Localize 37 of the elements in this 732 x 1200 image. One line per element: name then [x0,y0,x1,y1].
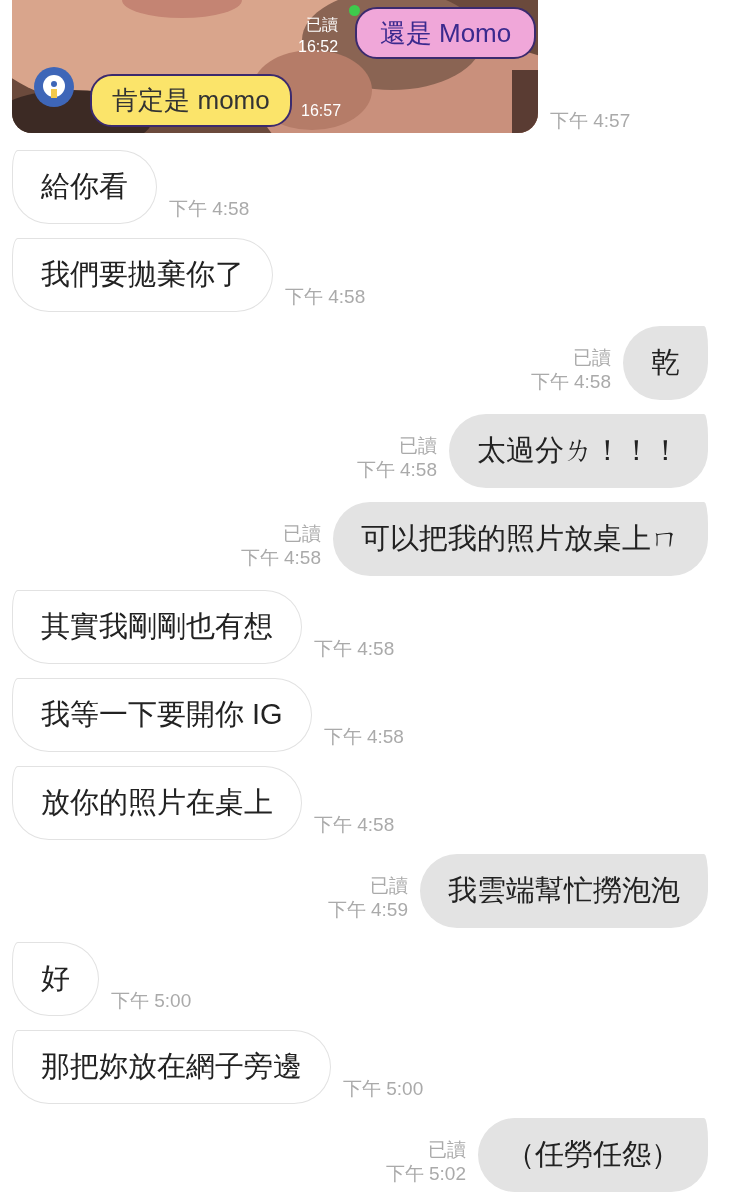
read-receipt: 已讀 [573,346,611,370]
read-receipt: 已讀 [399,434,437,458]
read-receipt: 已讀 [370,874,408,898]
message-bubble: 給你看 [12,150,157,224]
message-time: 下午 4:59 [327,898,408,922]
message-time: 下午 5:00 [111,989,192,1013]
message-time: 下午 4:58 [530,370,611,394]
message-bubble: 好 [12,942,99,1016]
message-time: 下午 4:57 [550,109,631,133]
message-bubble: （任勞任怨） [478,1118,708,1192]
message-bubble: 可以把我的照片放桌上ㄇ [333,502,708,576]
message-time: 下午 4:58 [314,637,395,661]
avatar-icon [34,67,74,107]
message-bubble: 我等一下要開你 IG [12,678,312,752]
message-bubble: 那把妳放在網子旁邊 [12,1030,331,1104]
message-time: 下午 4:58 [240,546,321,570]
message-time: 下午 4:58 [285,285,366,309]
message-time: 下午 4:58 [323,725,404,749]
message-time: 16:57 [301,102,342,120]
message-time: 16:52 [298,37,339,57]
message-bubble: 乾 [623,326,708,400]
message-time: 下午 4:58 [356,458,437,482]
message-time: 下午 5:00 [343,1077,424,1101]
sticker-bubble: 還是 Momo [355,7,536,59]
message-bubble: 其實我剛剛也有想 [12,590,302,664]
read-receipt: 已讀 [283,522,321,546]
message-time: 下午 4:58 [169,197,250,221]
sticker-bubble: 肯定是 momo [90,74,292,127]
message-time: 下午 5:02 [385,1162,466,1186]
read-receipt: 已讀 [428,1138,466,1162]
message-time: 下午 4:58 [314,813,395,837]
status-dot [349,5,360,16]
message-bubble: 太過分ㄌ！！！ [449,414,708,488]
message-bubble: 我們要拋棄你了 [12,238,273,312]
message-bubble: 放你的照片在桌上 [12,766,302,840]
message-bubble: 我雲端幫忙撈泡泡 [420,854,708,928]
read-receipt: 已讀 [306,15,339,35]
